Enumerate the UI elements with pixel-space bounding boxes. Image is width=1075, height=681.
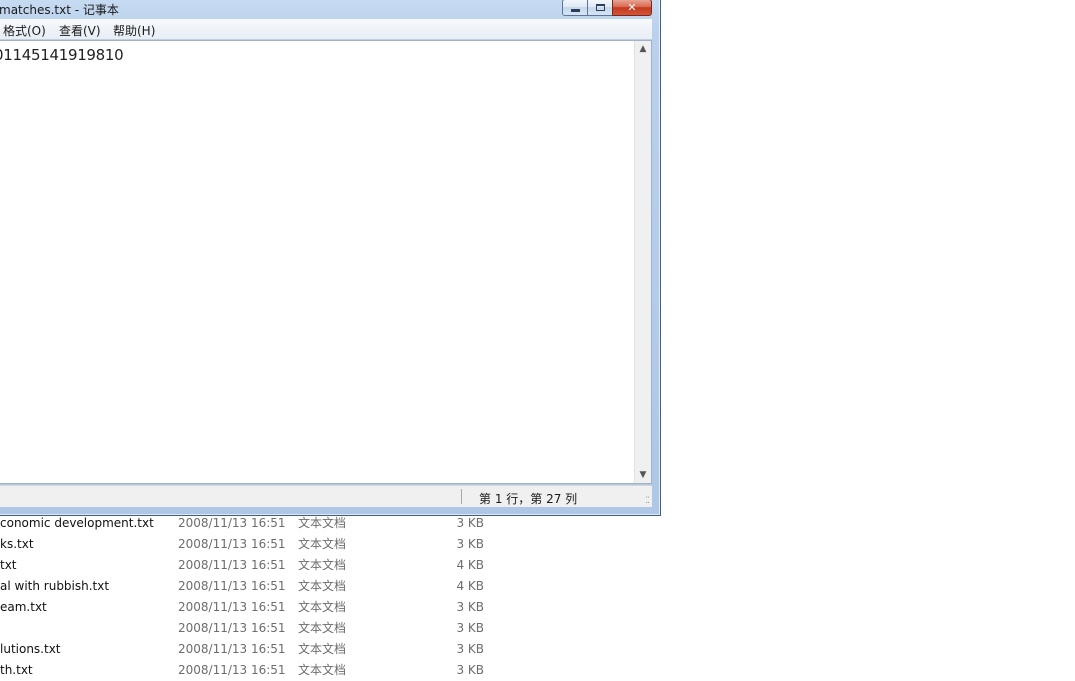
file-type: 文本文档 [298,621,347,635]
file-size: 3 KB [456,600,484,614]
file-row[interactable]: 2008/11/13 16:51 文本文档 3 KB [0,618,520,639]
file-date: 2008/11/13 16:51 [178,558,286,572]
file-type: 文本文档 [298,516,347,530]
scroll-track[interactable] [637,58,648,468]
file-row[interactable]: th.txt 2008/11/13 16:51 文本文档 3 KB [0,660,520,681]
file-row[interactable]: conomic development.txt 2008/11/13 16:51… [0,513,520,534]
file-date: 2008/11/13 16:51 [178,621,286,635]
text-editor[interactable]: 01145141919810 ▲ ▼ [0,40,652,484]
scroll-down-icon[interactable]: ▼ [635,467,651,483]
resize-grip-icon[interactable]: ⁚⁚ [645,497,650,506]
explorer-file-list: conomic development.txt 2008/11/13 16:51… [0,513,1075,677]
menu-bar: 格式(O) 查看(V) 帮助(H) [0,19,652,40]
file-row[interactable]: ks.txt 2008/11/13 16:51 文本文档 3 KB [0,534,520,555]
menu-format[interactable]: 格式(O) [3,22,46,39]
minimize-button[interactable] [562,0,588,16]
file-type: 文本文档 [298,558,347,572]
notepad-window: matches.txt - 记事本 ✕ 格式(O) 查看(V) 帮助(H) 01… [0,0,661,516]
file-date: 2008/11/13 16:51 [178,516,286,530]
scroll-up-icon[interactable]: ▲ [635,41,651,57]
file-type: 文本文档 [298,579,347,593]
file-name: lutions.txt [0,642,61,656]
file-row[interactable]: eam.txt 2008/11/13 16:51 文本文档 3 KB [0,597,520,618]
file-name: eam.txt [0,600,47,614]
close-button[interactable]: ✕ [612,0,652,16]
file-type: 文本文档 [298,642,347,656]
file-name: txt [0,558,17,572]
file-name: conomic development.txt [0,516,154,530]
file-date: 2008/11/13 16:51 [178,600,286,614]
file-name: th.txt [0,663,33,677]
file-type: 文本文档 [298,537,347,551]
file-size: 3 KB [456,516,484,530]
file-size: 4 KB [456,558,484,572]
file-row[interactable]: al with rubbish.txt 2008/11/13 16:51 文本文… [0,576,520,597]
window-title: matches.txt - 记事本 [0,3,119,17]
file-type: 文本文档 [298,600,347,614]
file-size: 3 KB [456,642,484,656]
file-size: 3 KB [456,537,484,551]
minimize-icon [570,9,580,12]
close-icon: ✕ [627,1,637,14]
status-bar: 第 1 行，第 27 列 ⁚⁚ [0,485,652,507]
maximize-icon [595,4,605,11]
file-name: al with rubbish.txt [0,579,110,593]
file-date: 2008/11/13 16:51 [178,579,286,593]
file-size: 3 KB [456,663,484,677]
menu-help[interactable]: 帮助(H) [113,22,155,39]
file-row[interactable]: txt 2008/11/13 16:51 文本文档 4 KB [0,555,520,576]
file-date: 2008/11/13 16:51 [178,663,286,677]
file-date: 2008/11/13 16:51 [178,537,286,551]
file-date: 2008/11/13 16:51 [178,642,286,656]
title-bar[interactable]: matches.txt - 记事本 ✕ [0,0,660,19]
file-type: 文本文档 [298,663,347,677]
maximize-button[interactable] [587,0,613,16]
caption-buttons: ✕ [562,0,652,17]
file-row[interactable]: lutions.txt 2008/11/13 16:51 文本文档 3 KB [0,639,520,660]
vertical-scrollbar[interactable]: ▲ ▼ [634,41,651,483]
cursor-position: 第 1 行，第 27 列 [479,492,578,506]
file-size: 3 KB [456,621,484,635]
menu-view[interactable]: 查看(V) [59,22,101,39]
status-divider [461,489,462,504]
editor-content[interactable]: 01145141919810 [0,46,124,64]
file-name: ks.txt [0,537,34,551]
file-size: 4 KB [456,579,484,593]
